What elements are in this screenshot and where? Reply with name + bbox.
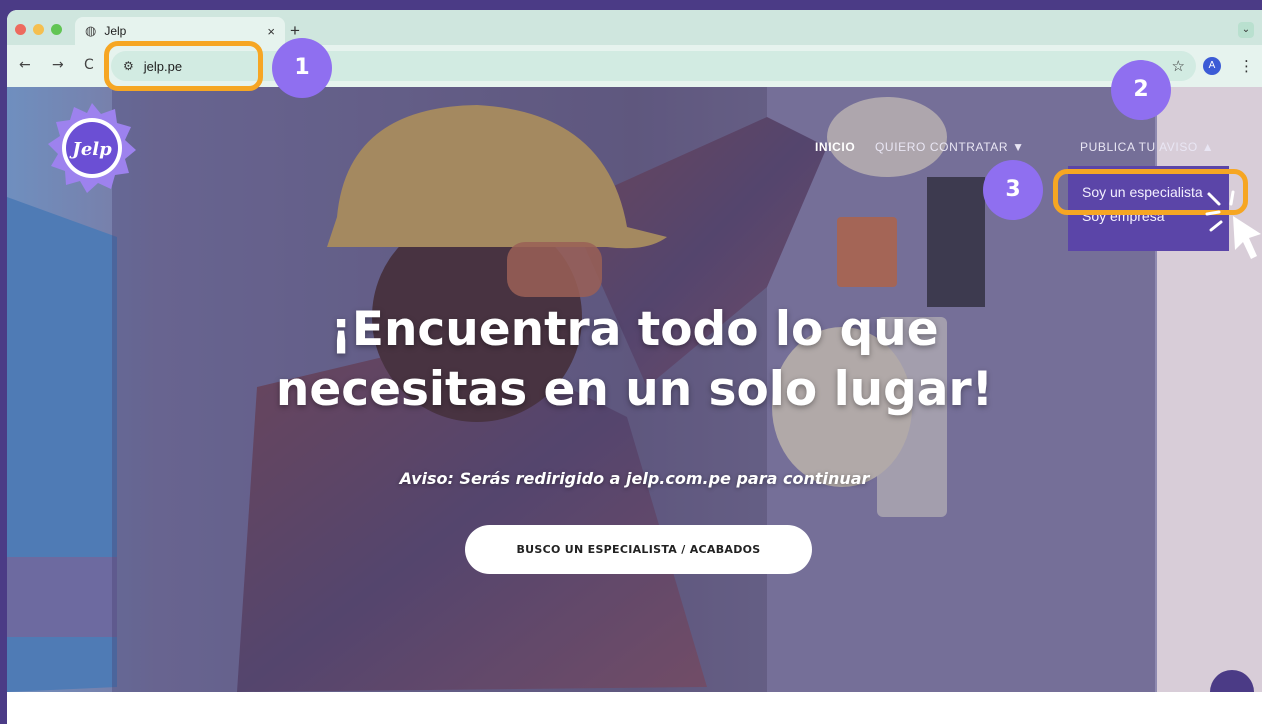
nav-inicio[interactable]: INICIO bbox=[815, 140, 855, 154]
toolbar-actions: ☆ A ⋮ bbox=[1172, 57, 1254, 75]
busco-especialista-button[interactable]: BUSCO UN ESPECIALISTA / ACABADOS bbox=[465, 525, 812, 574]
step-1-badge: 1 bbox=[272, 38, 332, 98]
headline-line-2: necesitas en un solo lugar! bbox=[275, 362, 994, 417]
profile-avatar[interactable]: A bbox=[1203, 57, 1221, 75]
window-controls bbox=[15, 24, 62, 35]
browser-toolbar: ← → C ⚙ jelp.pe ☆ A ⋮ bbox=[7, 45, 1262, 87]
reload-icon[interactable]: C bbox=[84, 57, 94, 73]
bookmark-star-icon[interactable]: ☆ bbox=[1172, 57, 1185, 75]
maximize-window-button[interactable] bbox=[51, 24, 62, 35]
globe-icon: ◍ bbox=[85, 23, 97, 38]
close-window-button[interactable] bbox=[15, 24, 26, 35]
headline-line-1: ¡Encuentra todo lo que bbox=[330, 302, 939, 357]
tab-title: Jelp bbox=[104, 24, 127, 38]
close-tab-icon[interactable]: × bbox=[267, 24, 275, 39]
nav-publica-tu-aviso[interactable]: PUBLICA TU AVISO ▲ bbox=[1080, 140, 1214, 154]
url-text: jelp.pe bbox=[143, 58, 183, 74]
step-3-badge: 3 bbox=[983, 160, 1043, 220]
logo-text: Jelp bbox=[69, 139, 112, 160]
forward-arrow-icon[interactable]: → bbox=[52, 57, 64, 73]
redirect-notice: Aviso: Serás redirigido a jelp.com.pe pa… bbox=[399, 469, 870, 488]
hero-section: Jelp INICIO QUIERO CONTRATAR ▼ PUBLICA T… bbox=[7, 87, 1262, 692]
browser-menu-icon[interactable]: ⋮ bbox=[1239, 57, 1254, 75]
jelp-logo[interactable]: Jelp bbox=[45, 101, 139, 195]
step-2-badge: 2 bbox=[1111, 60, 1171, 120]
mouse-pointer-icon bbox=[1205, 190, 1261, 259]
back-arrow-icon[interactable]: ← bbox=[19, 57, 31, 73]
site-settings-icon[interactable]: ⚙ bbox=[123, 59, 134, 73]
hero-headline: ¡Encuentra todo lo que necesitas en un s… bbox=[7, 300, 1262, 420]
nav-quiero-contratar[interactable]: QUIERO CONTRATAR ▼ bbox=[875, 140, 1025, 154]
tab-strip: ◍ Jelp × + ⌄ bbox=[7, 10, 1262, 45]
browser-tab[interactable]: ◍ Jelp × bbox=[75, 17, 285, 45]
minimize-window-button[interactable] bbox=[33, 24, 44, 35]
browser-window: ◍ Jelp × + ⌄ ← → C ⚙ jelp.pe ☆ A ⋮ Jelp … bbox=[7, 10, 1262, 724]
tab-search-icon[interactable]: ⌄ bbox=[1238, 22, 1254, 38]
